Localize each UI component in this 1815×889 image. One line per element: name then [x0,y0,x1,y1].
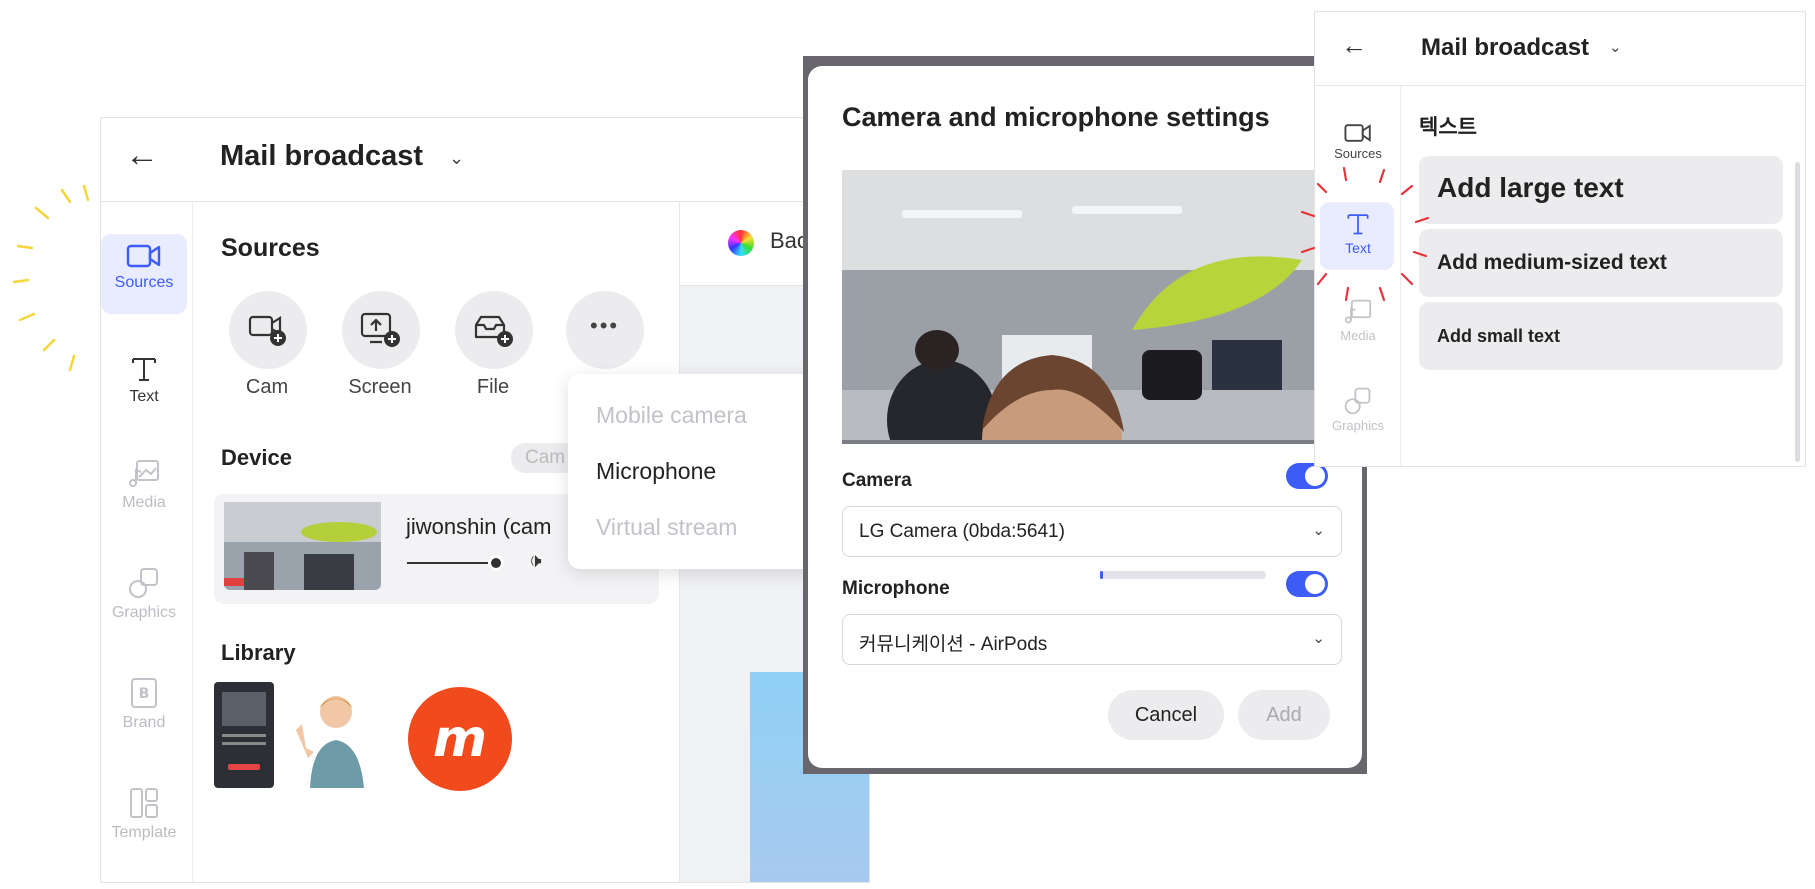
microphone-toggle[interactable] [1286,571,1328,597]
rail-label: Graphics [1331,418,1385,433]
volume-slider-thumb[interactable] [488,555,504,571]
text-heading: 텍스트 [1419,116,1477,139]
chevron-down-icon: ⌄ [1312,630,1325,647]
source-label: File [476,376,510,398]
broadcast-title[interactable]: Mail broadcast [220,140,423,173]
menu-item-virtual-stream[interactable]: Virtual stream [596,514,737,541]
add-medium-text-button[interactable]: Add medium-sized text [1419,229,1783,297]
rail-item-graphics[interactable]: Graphics [101,566,187,622]
cancel-button[interactable]: Cancel [1108,690,1224,740]
svg-text:B: B [139,686,150,702]
add-button[interactable]: Add [1238,690,1330,740]
top-bar: ← Mail broadcast ⌄ [1315,12,1805,86]
chevron-down-icon[interactable]: ⌄ [449,148,464,169]
add-large-text-button[interactable]: Add large text [1419,156,1783,224]
library-thumb-phone[interactable] [214,682,274,788]
library-thumb-avatar[interactable] [284,690,388,788]
rail-label: Sources [114,274,174,291]
side-rail: Sources Text Media Graphics B Brand Temp… [101,202,193,882]
file-add-icon [474,315,513,347]
media-icon [129,460,159,487]
rail-item-sources[interactable]: Sources [101,242,187,292]
option-label: Add medium-sized text [1437,251,1667,274]
library-heading: Library [221,640,296,665]
menu-item-mobile-camera[interactable]: Mobile camera [596,402,747,429]
menu-item-microphone[interactable]: Microphone [596,458,716,485]
svg-text:m: m [433,709,487,769]
camera-select-value: LG Camera (0bda:5641) [859,521,1065,542]
rail-label: Text [129,388,159,405]
scrollbar[interactable] [1795,162,1800,462]
mic-level-fill [1100,571,1103,579]
template-icon [130,788,158,818]
add-cam-button[interactable] [229,291,307,369]
add-screen-button[interactable] [342,291,420,369]
back-arrow-icon[interactable]: ← [1341,30,1367,61]
microphone-select[interactable]: 커뮤니케이션 - AirPods ⌄ [842,614,1342,665]
rail-label: Sources [1334,146,1382,161]
top-bar: ← Mail broadcast ⌄ [101,118,869,202]
volume-slider[interactable] [407,562,497,564]
sources-heading: Sources [221,234,320,262]
rail-label: Brand [122,714,166,731]
rail-item-text[interactable]: Text [101,352,187,406]
chevron-down-icon[interactable]: ⌄ [1609,38,1622,56]
rail-item-graphics[interactable]: Graphics [1315,386,1401,433]
rail-item-media[interactable]: Media [101,458,187,512]
text-icon [132,358,156,381]
source-label: Screen [348,376,412,398]
device-heading: Device [221,445,292,470]
rail-label: Graphics [111,604,177,621]
add-small-text-button[interactable]: Add small text [1419,302,1783,370]
more-icon: ••• [590,313,620,338]
microphone-label: Microphone [842,578,950,599]
studio-window: ← Mail broadcast ⌄ Sources Text Media Gr… [100,117,870,883]
broadcast-title[interactable]: Mail broadcast [1421,34,1589,62]
add-file-button[interactable] [455,291,533,369]
more-sources-button[interactable]: ••• [566,291,644,369]
option-label: Add small text [1437,326,1561,346]
source-label: Cam [245,376,289,398]
device-thumbnail [224,502,381,590]
rail-item-brand[interactable]: B Brand [101,676,187,732]
shapes-icon [129,568,158,598]
rail-label: Media [122,494,166,511]
camera-preview [842,170,1328,444]
color-wheel-icon[interactable] [728,230,754,256]
rail-label: Media [1340,328,1376,343]
back-arrow-icon[interactable]: ← [125,136,159,175]
mobizen-logo[interactable]: m [407,686,513,792]
rail-item-template[interactable]: Template [101,786,187,842]
rail-label: Template [111,824,177,841]
microphone-select-value: 커뮤니케이션 - AirPods [859,634,1048,655]
camera-label: Camera [842,470,912,491]
rail-item-sources[interactable]: Sources [1315,122,1401,161]
shapes-icon [1344,387,1371,415]
camera-select[interactable]: LG Camera (0bda:5641) ⌄ [842,506,1342,557]
highlight-burst [1300,166,1430,302]
chevron-down-icon: ⌄ [1312,522,1325,539]
brand-icon: B [131,678,157,708]
camera-add-icon [248,315,286,346]
camera-mic-dialog: Camera and microphone settings × Camera … [808,66,1362,768]
dialog-title: Camera and microphone settings [842,102,1270,132]
mic-level-meter [1100,571,1266,579]
video-camera-icon [1344,124,1371,142]
speaker-icon[interactable]: 🕩 [529,550,542,573]
option-label: Add large text [1437,172,1624,203]
device-name: jiwonshin (cam [406,514,552,539]
screen-add-icon [360,312,400,347]
video-camera-icon [126,244,161,268]
